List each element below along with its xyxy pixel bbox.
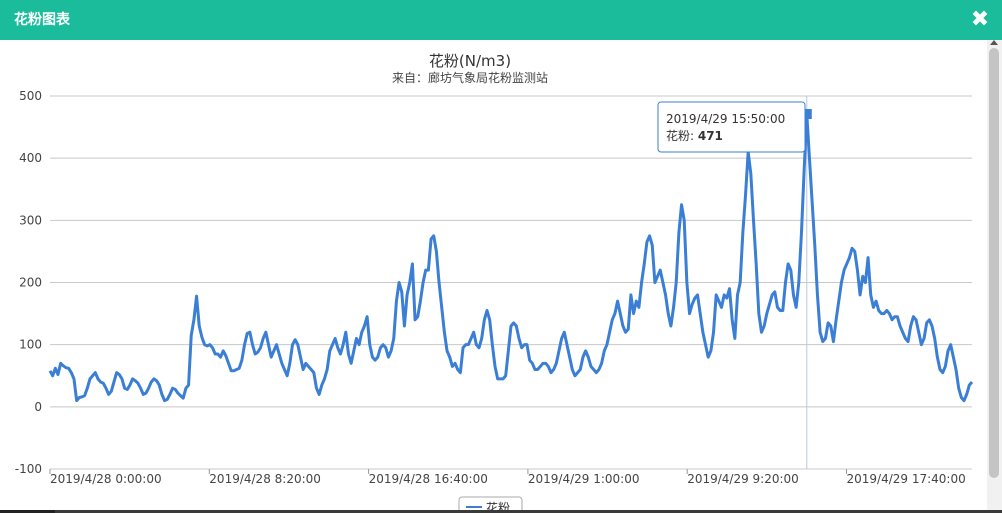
y-tick-label: 200 — [19, 276, 42, 290]
series-line-pollen[interactable] — [48, 112, 974, 403]
tooltip: 2019/4/29 15:50:00 花粉: 471 — [657, 101, 806, 153]
x-tick-label: 2019/4/28 8:20:00 — [209, 472, 321, 486]
x-tick-label: 2019/4/28 0:00:00 — [50, 472, 162, 486]
vertical-scrollbar[interactable] — [987, 40, 1002, 510]
scroll-up-icon[interactable] — [990, 40, 998, 45]
x-tick-label: 2019/4/29 17:40:00 — [847, 472, 966, 486]
grid-lines — [50, 95, 972, 470]
tooltip-datetime: 2019/4/29 15:50:00 — [666, 112, 785, 126]
y-tick-label: 400 — [19, 151, 42, 165]
y-tick-label: 500 — [19, 89, 42, 103]
tooltip-series-label: 花粉: — [666, 128, 698, 143]
pollen-line-chart: -1000100200300400500 2019/4/28 0:00:00 20… — [15, 89, 974, 510]
y-tick-label: -100 — [15, 462, 42, 476]
tooltip-value: 471 — [698, 129, 723, 143]
dialog-titlebar: 花粉图表 ✖ — [0, 0, 1002, 40]
close-icon[interactable]: ✖ — [966, 6, 994, 34]
y-tick-label: 300 — [19, 213, 42, 227]
x-tick-label: 2019/4/28 16:40:00 — [369, 472, 488, 486]
x-tick-label: 2019/4/29 1:00:00 — [528, 472, 640, 486]
pollen-chart-dialog: 花粉图表 ✖ 花粉(N/m3) 来自：廊坊气象局花粉监测站 -100 0 100 20… — [0, 0, 1002, 510]
scrollbar-thumb[interactable] — [989, 48, 999, 478]
y-axis-ticks: -100 0 100 200 300 400 500 — [15, 89, 42, 476]
dialog-title: 花粉图表 — [14, 12, 70, 28]
x-axis-ticks: 2019/4/28 0:00:00 2019/4/28 8:20:00 2019/4… — [49, 469, 966, 486]
x-tick-label: 2019/4/29 9:20:00 — [687, 472, 799, 486]
legend[interactable]: 花粉 — [458, 496, 523, 510]
y-tick-label: 100 — [19, 338, 42, 352]
tooltip-series-line: 花粉: 471 — [666, 128, 723, 143]
legend-label: 花粉 — [486, 500, 510, 510]
y-tick-label: 0 — [34, 400, 42, 414]
dialog-body: 花粉(N/m3) 来自：廊坊气象局花粉监测站 -100 0 100 200 300 400… — [0, 40, 987, 510]
